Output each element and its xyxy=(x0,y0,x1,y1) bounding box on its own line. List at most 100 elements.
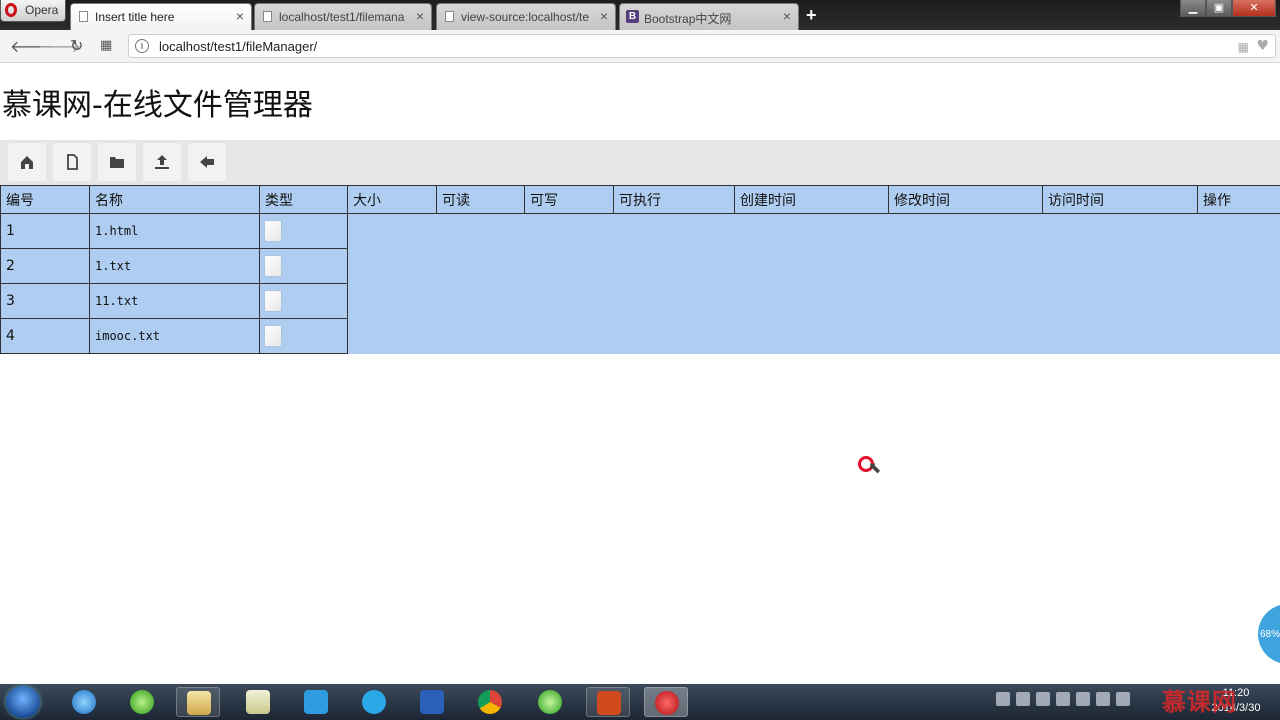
explorer-taskbar-button[interactable] xyxy=(176,687,220,717)
opera-taskbar-button[interactable] xyxy=(644,687,688,717)
go-back-button[interactable] xyxy=(188,143,226,181)
tray-shield-icon[interactable] xyxy=(996,692,1010,706)
opera-logo-icon xyxy=(5,3,17,17)
stash-icon[interactable]: ▦ xyxy=(1238,40,1249,54)
tray-network-icon[interactable] xyxy=(1096,692,1110,706)
column-header-type: 类型 xyxy=(259,185,348,214)
table-row: 1 1.html xyxy=(0,213,1280,249)
cloud-taskbar-button[interactable] xyxy=(352,687,396,717)
opera-menu-button[interactable]: Opera xyxy=(0,0,66,22)
table-header-row: 编号 名称 类型 大小 可读 可写 可执行 创建时间 修改时间 访问时间 操作 xyxy=(0,185,1280,214)
zoom-badge-label: 68% xyxy=(1260,629,1280,640)
column-header-name: 名称 xyxy=(89,185,260,214)
tab-close-icon[interactable]: × xyxy=(236,8,244,24)
file-icon xyxy=(265,291,281,311)
ie-taskbar-button[interactable] xyxy=(62,687,106,717)
column-header-executable: 可执行 xyxy=(613,185,735,214)
app-taskbar-button[interactable] xyxy=(120,687,164,717)
windows-taskbar: 11:20 2014/3/30 xyxy=(0,684,1280,720)
tray-sync-icon[interactable] xyxy=(1036,692,1050,706)
row-id: 3 xyxy=(0,283,90,319)
row-type xyxy=(259,318,348,354)
new-tab-button[interactable]: + xyxy=(806,5,817,26)
word-icon xyxy=(420,690,444,714)
tray-bluetooth-icon[interactable] xyxy=(1056,692,1070,706)
network-icon xyxy=(304,690,328,714)
reload-icon[interactable]: ↻ xyxy=(70,36,83,55)
file-icon xyxy=(265,326,281,346)
minimize-button[interactable]: ▁ xyxy=(1180,0,1206,17)
zoom-badge[interactable]: 68% xyxy=(1258,604,1280,664)
file-icon xyxy=(265,221,281,241)
tab-close-icon[interactable]: × xyxy=(416,8,424,24)
tray-flag-icon[interactable] xyxy=(1076,692,1090,706)
opera-menu-label: Opera xyxy=(25,3,59,17)
tab-bootstrap[interactable]: B Bootstrap中文网 × xyxy=(619,3,799,30)
ie-icon xyxy=(72,690,96,714)
maximize-button[interactable]: ▣ xyxy=(1206,0,1232,17)
row-name: 11.txt xyxy=(89,283,260,319)
new-file-button[interactable] xyxy=(53,143,91,181)
opera-icon xyxy=(655,691,679,715)
notepad-icon xyxy=(246,690,270,714)
file-toolbar xyxy=(0,140,1280,186)
folder-icon xyxy=(187,691,211,715)
speed-dial-icon[interactable]: ▦ xyxy=(100,38,112,53)
page-icon xyxy=(79,11,88,22)
bootstrap-icon: B xyxy=(626,10,639,23)
column-header-accessed: 访问时间 xyxy=(1042,185,1198,214)
green-app-icon xyxy=(130,690,154,714)
home-icon xyxy=(21,156,33,169)
tab-insert-title[interactable]: Insert title here × xyxy=(70,3,252,31)
page-icon xyxy=(263,11,272,22)
tab-label: view-source:localhost/te xyxy=(461,10,590,24)
tab-label: localhost/test1/filemana xyxy=(279,10,405,24)
column-header-modified: 修改时间 xyxy=(888,185,1043,214)
file-table: 编号 名称 类型 大小 可读 可写 可执行 创建时间 修改时间 访问时间 操作 … xyxy=(0,185,1280,354)
powerpoint-taskbar-button[interactable] xyxy=(586,687,630,717)
upload-icon xyxy=(155,155,169,169)
window-controls: ▁ ▣ ✕ xyxy=(1180,0,1276,18)
tray-volume-icon[interactable] xyxy=(1116,692,1130,706)
row-id: 2 xyxy=(0,248,90,284)
browser-tab-strip: Opera Insert title here × localhost/test… xyxy=(0,0,1280,31)
address-bar[interactable]: i localhost/test1/fileManager/ ▦ ♥ xyxy=(128,34,1276,58)
site-info-icon[interactable]: i xyxy=(135,39,149,53)
row-id: 1 xyxy=(0,213,90,249)
back-icon xyxy=(200,156,214,168)
tab-filemanager[interactable]: localhost/test1/filemana × xyxy=(254,3,432,30)
tab-close-icon[interactable]: × xyxy=(600,8,608,24)
close-window-button[interactable]: ✕ xyxy=(1232,0,1276,17)
tab-close-icon[interactable]: × xyxy=(783,8,791,24)
tab-view-source[interactable]: view-source:localhost/te × xyxy=(436,3,616,30)
green-ball-icon xyxy=(538,690,562,714)
column-header-writable: 可写 xyxy=(524,185,614,214)
page-title: 慕课网-在线文件管理器 xyxy=(2,88,313,123)
home-button[interactable] xyxy=(8,143,46,181)
start-button[interactable] xyxy=(6,686,40,718)
tab-label: Insert title here xyxy=(95,10,175,24)
tray-app-icon[interactable] xyxy=(1016,692,1030,706)
heart-icon[interactable]: ♥ xyxy=(1256,38,1269,54)
upload-button[interactable] xyxy=(143,143,181,181)
row-name: 1.html xyxy=(89,213,260,249)
network-taskbar-button[interactable] xyxy=(294,687,338,717)
powerpoint-icon xyxy=(597,691,621,715)
table-empty-area xyxy=(348,214,1280,354)
row-type xyxy=(259,283,348,319)
chrome-icon xyxy=(478,690,502,714)
column-header-readable: 可读 xyxy=(436,185,525,214)
chrome-taskbar-button[interactable] xyxy=(468,687,512,717)
file-icon xyxy=(265,256,281,276)
editor-taskbar-button[interactable] xyxy=(236,687,280,717)
row-id: 4 xyxy=(0,318,90,354)
navigation-bar: 🡐 🡒 ↻ ▦ i localhost/test1/fileManager/ ▦… xyxy=(0,30,1280,63)
new-folder-button[interactable] xyxy=(98,143,136,181)
folder-icon xyxy=(110,157,124,168)
page-icon xyxy=(445,11,454,22)
column-header-size: 大小 xyxy=(347,185,437,214)
word-taskbar-button[interactable] xyxy=(410,687,454,717)
url-text[interactable]: localhost/test1/fileManager/ xyxy=(159,39,317,54)
tab-label: Bootstrap中文网 xyxy=(644,12,732,26)
green-ball-taskbar-button[interactable] xyxy=(528,687,572,717)
